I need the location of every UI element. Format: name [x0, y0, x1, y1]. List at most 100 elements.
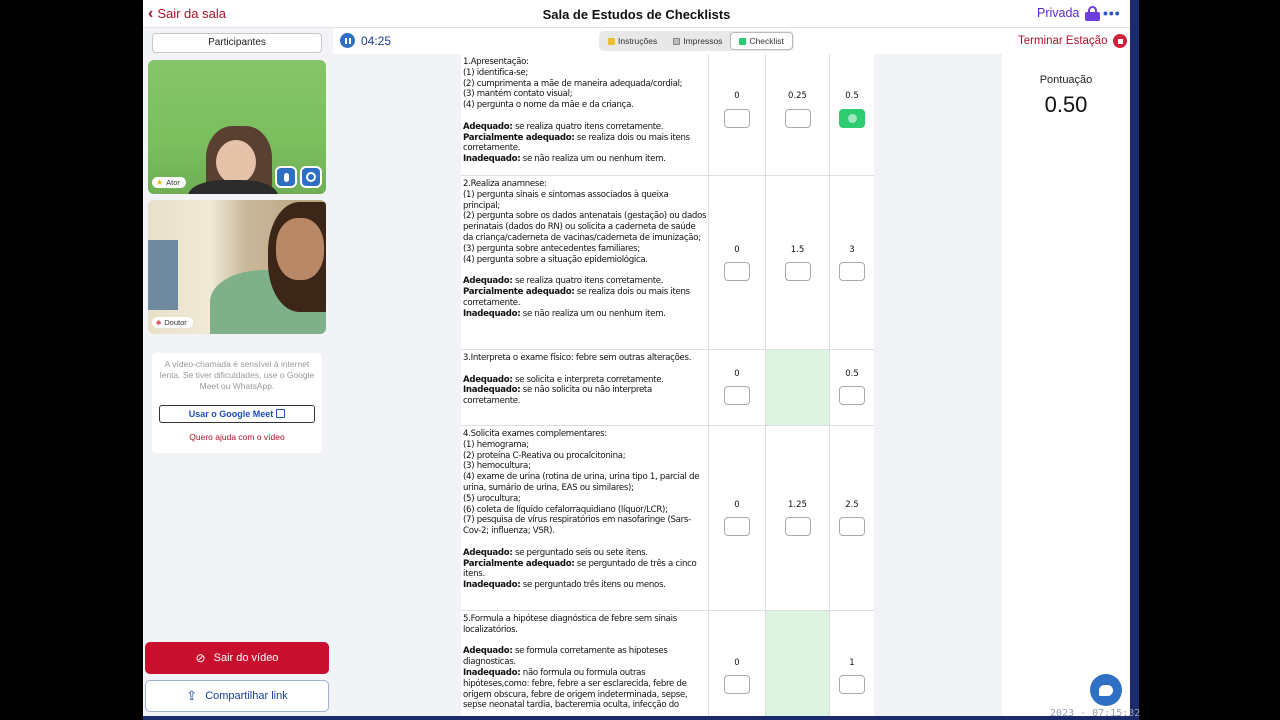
- score-cell: 0: [708, 176, 765, 349]
- video-tile-actor[interactable]: ★ Ator: [148, 60, 326, 194]
- privacy-toggle[interactable]: Privada: [1037, 6, 1101, 21]
- end-station-button[interactable]: Terminar Estação: [1018, 34, 1128, 48]
- criteria-adequado: Adequado: se realiza quatro itens corret…: [463, 122, 707, 133]
- score-option-value: 0: [734, 245, 740, 255]
- more-options-icon[interactable]: •••: [1103, 5, 1121, 21]
- criteria-line: (1) pergunta sinais e sintomas associado…: [463, 189, 669, 211]
- share-icon: ⇪: [186, 688, 198, 703]
- score-checkbox[interactable]: [724, 262, 750, 281]
- criteria-line: (4) pergunta o nome da mãe e da criança.: [463, 100, 634, 111]
- score-cell: 0.25: [765, 54, 829, 175]
- sidebar: Participantes ★ Ator ♣ Doutor A vídeo-ch…: [143, 28, 333, 716]
- leave-video-button[interactable]: ⊘ Sair do vídeo: [145, 642, 329, 674]
- score-checkbox[interactable]: [785, 109, 811, 128]
- criteria-inadequado: Inadequado: se não realiza um ou nenhum …: [463, 309, 707, 320]
- criteria-inadequado-label: Inadequado:: [463, 385, 521, 396]
- tab-instructions[interactable]: Instruções: [600, 32, 665, 50]
- criteria-line: (2) proteína C-Reativa ou procalcitonina…: [463, 450, 626, 461]
- score-cell: 0: [708, 54, 765, 175]
- criteria-text: 1.Apresentação: (1) identifica-se; (2) cum…: [463, 57, 707, 165]
- score-cell: 0: [708, 426, 765, 610]
- criteria-line: (6) coleta de líquido cefalorraquidiano …: [463, 504, 668, 515]
- leave-video-label: Sair do vídeo: [213, 652, 279, 664]
- criteria-text: 5.Formula a hipótese diagnóstica de febr…: [463, 614, 707, 711]
- score-checkbox[interactable]: [839, 386, 865, 405]
- google-meet-button[interactable]: Usar o Google Meet: [159, 405, 315, 423]
- role-label: Doutor: [164, 318, 187, 327]
- criteria-adequado-text: se solicita e interpreta corretamente.: [514, 374, 664, 385]
- document-icon: [673, 37, 681, 45]
- chat-icon: [1099, 684, 1113, 696]
- score-checkbox-checked[interactable]: [839, 109, 865, 128]
- criteria-text: 3.Interpreta o exame físico: febre sem o…: [463, 353, 707, 407]
- criteria-adequado: Adequado: se realiza quatro itens corret…: [463, 276, 707, 287]
- tab-checklist[interactable]: Checklist: [730, 32, 793, 50]
- score-checkbox[interactable]: [724, 517, 750, 536]
- score-option-value: 3: [849, 245, 855, 255]
- tab-label: Impressos: [683, 36, 723, 46]
- criteria-line: 4.Solicita exames complementares:: [463, 429, 607, 439]
- tab-group: Instruções Impressos Checklist: [599, 31, 794, 51]
- score-checkbox[interactable]: [839, 517, 865, 536]
- doctor-face: [276, 218, 324, 280]
- video-tile-doctor[interactable]: ♣ Doutor: [148, 200, 326, 334]
- video-help-link[interactable]: Quero ajuda com o vídeo: [152, 432, 322, 442]
- score-checkbox[interactable]: [785, 262, 811, 281]
- google-meet-label: Usar o Google Meet: [188, 409, 274, 419]
- criteria-line: 5.Formula a hipótese diagnóstica de febr…: [463, 614, 677, 635]
- criteria-line: (4) pergunta sobre a situação epidemioló…: [463, 254, 648, 265]
- microphone-button[interactable]: [275, 166, 297, 188]
- score-checkbox[interactable]: [724, 675, 750, 694]
- chat-button[interactable]: [1090, 674, 1122, 706]
- score-option-value: 0.5: [845, 91, 859, 101]
- video-off-icon: ⊘: [195, 651, 206, 665]
- station-timer: 04:25: [340, 33, 391, 48]
- score-checkbox[interactable]: [724, 109, 750, 128]
- score-cell: 0.5: [829, 54, 874, 175]
- criteria-inadequado-text: se não realiza um ou nenhum item.: [522, 154, 666, 165]
- criteria-line: (2) pergunta sobre os dados antenatais (…: [463, 211, 707, 243]
- criteria-adequado: Adequado: se solicita e interpreta corre…: [463, 375, 707, 386]
- criteria-parcial-label: Parcialmente adequado:: [463, 558, 575, 569]
- score-checkbox[interactable]: [839, 262, 865, 281]
- external-link-icon: [276, 409, 286, 418]
- role-tag-doctor: ♣ Doutor: [152, 317, 193, 328]
- pause-icon[interactable]: [340, 33, 355, 48]
- end-station-label: Terminar Estação: [1018, 35, 1108, 47]
- score-cell: 1.25: [765, 426, 829, 610]
- checklist-row: 5.Formula a hipótese diagnóstica de febr…: [461, 611, 874, 716]
- criteria-adequado: Adequado: se formula corretamente as hip…: [463, 646, 707, 668]
- score-checkbox[interactable]: [839, 675, 865, 694]
- criteria-adequado-text: se perguntado seis ou sete itens.: [514, 547, 648, 558]
- share-link-button[interactable]: ⇪ Compartilhar link: [145, 680, 329, 712]
- participants-button[interactable]: Participantes: [152, 33, 322, 53]
- role-label: Ator: [166, 178, 180, 187]
- criteria-line: (3) mantém contato visual;: [463, 89, 573, 100]
- score-option-value: 0.25: [788, 91, 807, 101]
- criteria-adequado-label: Adequado:: [463, 547, 513, 558]
- star-icon: ★: [156, 178, 164, 187]
- criteria-adequado-label: Adequado:: [463, 374, 513, 385]
- checkmark-icon: [739, 37, 747, 45]
- window-edge: [1130, 0, 1139, 720]
- criteria-adequado-label: Adequado:: [463, 646, 513, 657]
- score-checkbox[interactable]: [785, 517, 811, 536]
- criteria-inadequado: Inadequado: se não solicita ou não inter…: [463, 385, 707, 407]
- score-value: 0.50: [1044, 92, 1088, 117]
- microphone-icon: [283, 172, 289, 182]
- score-cell-na: [765, 350, 829, 425]
- criteria-inadequado-label: Inadequado:: [463, 580, 521, 591]
- criteria-adequado-label: Adequado:: [463, 121, 513, 132]
- criteria-line: (1) hemograma;: [463, 439, 529, 450]
- score-checkbox[interactable]: [724, 386, 750, 405]
- score-cell: 1: [829, 611, 874, 716]
- tab-prints[interactable]: Impressos: [665, 32, 730, 50]
- criteria-line: 1.Apresentação:: [463, 57, 529, 67]
- score-panel: Pontuação 0.50: [1002, 54, 1130, 716]
- score-option-value: 0: [734, 500, 740, 510]
- camera-button[interactable]: [300, 166, 322, 188]
- timer-value: 04:25: [361, 33, 392, 48]
- score-option-value: 2.5: [845, 500, 859, 510]
- checklist-area[interactable]: 1.Apresentação: (1) identifica-se; (2) cum…: [333, 54, 1002, 716]
- criteria-line: (4) exame de urina (rotina de urina, uri…: [463, 472, 700, 493]
